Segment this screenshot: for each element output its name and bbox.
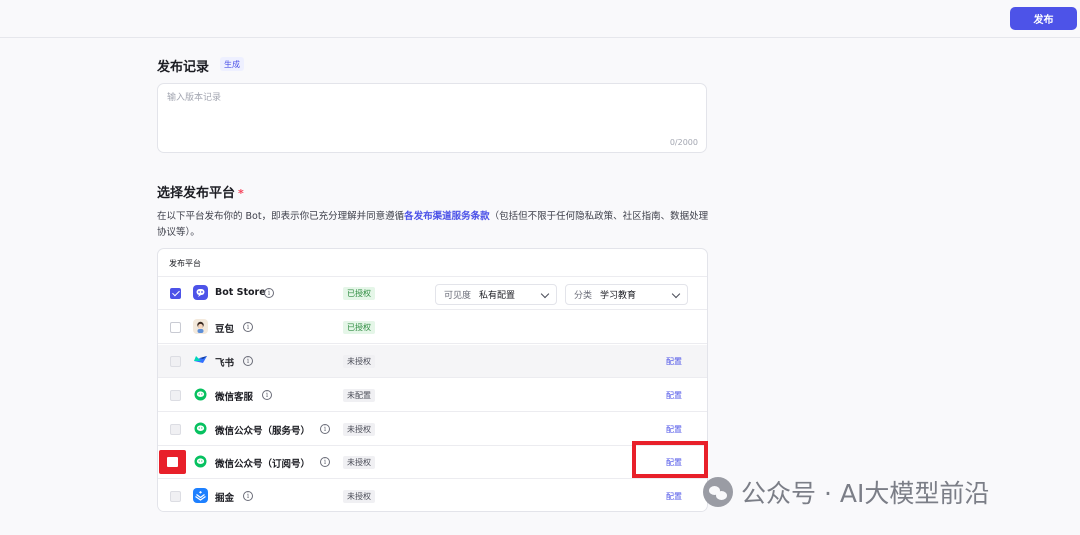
release-record-input[interactable]: 输入版本记录 0/2000 xyxy=(157,83,707,153)
configure-link[interactable]: 配置 xyxy=(666,356,682,367)
platform-table: 发布平台 Bot Store i 已授权 可见度 私有配置 分类 学习教育 豆包… xyxy=(157,248,708,512)
platform-name: 微信客服 xyxy=(215,392,254,403)
info-icon[interactable]: i xyxy=(320,457,330,467)
select-platform-title: 选择发布平台 xyxy=(157,186,236,201)
terms-link[interactable]: 各发布渠道服务条款 xyxy=(404,211,490,222)
watermark: 公众号 · AI大模型前沿 xyxy=(703,474,989,510)
platform-row-bot-store: Bot Store i 已授权 可见度 私有配置 分类 学习教育 xyxy=(158,277,707,310)
release-record-placeholder: 输入版本记录 xyxy=(167,93,222,103)
platform-name: 掘金 xyxy=(215,493,235,504)
platform-name: 豆包 xyxy=(215,324,235,335)
juejin-checkbox[interactable] xyxy=(170,491,181,502)
select-platform-heading: 选择发布平台 * xyxy=(157,182,244,201)
watermark-text: 公众号 · AI大模型前沿 xyxy=(741,479,990,508)
top-bar: 发布 xyxy=(0,0,1080,38)
visibility-select[interactable]: 可见度 私有配置 xyxy=(435,284,557,305)
info-icon[interactable]: i xyxy=(243,491,253,501)
bot-store-checkbox[interactable] xyxy=(170,288,181,299)
info-icon[interactable]: i xyxy=(243,322,253,332)
configure-link[interactable]: 配置 xyxy=(666,424,682,435)
wechat-icon xyxy=(193,387,208,402)
info-icon[interactable]: i xyxy=(320,424,330,434)
info-icon[interactable]: i xyxy=(243,356,253,366)
platform-description: 在以下平台发布你的 Bot，即表示你已充分理解并同意遵循各发布渠道服务条款（包括… xyxy=(157,209,712,241)
status-badge: 未配置 xyxy=(343,389,375,402)
platform-name: 微信公众号（订阅号） xyxy=(215,459,311,470)
chevron-down-icon xyxy=(671,289,681,299)
required-mark: * xyxy=(238,187,244,200)
feishu-icon xyxy=(193,353,208,368)
platform-row-wechat-oa-service: 微信公众号（服务号） i 未授权 配置 xyxy=(158,413,707,446)
configure-link[interactable]: 配置 xyxy=(666,491,682,502)
table-header: 发布平台 xyxy=(158,249,707,277)
status-badge: 未授权 xyxy=(343,355,375,368)
status-badge: 已授权 xyxy=(343,287,375,300)
publish-button[interactable]: 发布 xyxy=(1010,7,1077,30)
feishu-checkbox[interactable] xyxy=(170,356,181,367)
platform-row-wechat-service: 微信客服 i 未配置 配置 xyxy=(158,379,707,412)
wechat-icon xyxy=(193,421,208,436)
info-icon[interactable]: i xyxy=(262,390,272,400)
visibility-value: 私有配置 xyxy=(479,291,516,301)
juejin-icon xyxy=(193,488,208,503)
chevron-down-icon xyxy=(540,289,550,299)
status-badge: 未授权 xyxy=(343,456,375,469)
info-icon[interactable]: i xyxy=(264,288,274,298)
highlight-box xyxy=(632,441,708,478)
highlighted-subscription-checkbox[interactable] xyxy=(159,450,186,474)
platform-name: 飞书 xyxy=(215,358,235,369)
platform-row-wechat-oa-subscription: 微信公众号（订阅号） i 未授权 配置 xyxy=(158,446,707,479)
doubao-checkbox[interactable] xyxy=(170,322,181,333)
wechat-oa-service-checkbox[interactable] xyxy=(170,424,181,435)
generate-button[interactable]: 生成 xyxy=(220,57,244,71)
status-badge: 未授权 xyxy=(343,423,375,436)
visibility-label: 可见度 xyxy=(444,291,472,301)
status-badge: 已授权 xyxy=(343,321,375,334)
wechat-icon xyxy=(193,454,208,469)
wechat-icon xyxy=(703,477,733,507)
configure-link[interactable]: 配置 xyxy=(666,390,682,401)
platform-row-juejin: 掘金 i 未授权 配置 xyxy=(158,480,707,511)
char-counter: 0/2000 xyxy=(669,138,698,147)
platform-row-doubao: 豆包 i 已授权 xyxy=(158,311,707,344)
wechat-service-checkbox[interactable] xyxy=(170,390,181,401)
column-header-platform: 发布平台 xyxy=(169,259,201,268)
platform-name: Bot Store xyxy=(215,287,266,298)
status-badge: 未授权 xyxy=(343,490,375,503)
category-value: 学习教育 xyxy=(600,291,637,301)
category-select[interactable]: 分类 学习教育 xyxy=(565,284,688,305)
category-label: 分类 xyxy=(574,291,593,301)
platform-row-feishu: 飞书 i 未授权 配置 xyxy=(158,345,707,378)
platform-name: 微信公众号（服务号） xyxy=(215,426,311,437)
desc-before: 在以下平台发布你的 Bot，即表示你已充分理解并同意遵循 xyxy=(157,211,405,222)
bot-store-icon xyxy=(193,285,208,300)
release-record-title: 发布记录 xyxy=(157,60,210,75)
doubao-icon xyxy=(193,319,208,334)
